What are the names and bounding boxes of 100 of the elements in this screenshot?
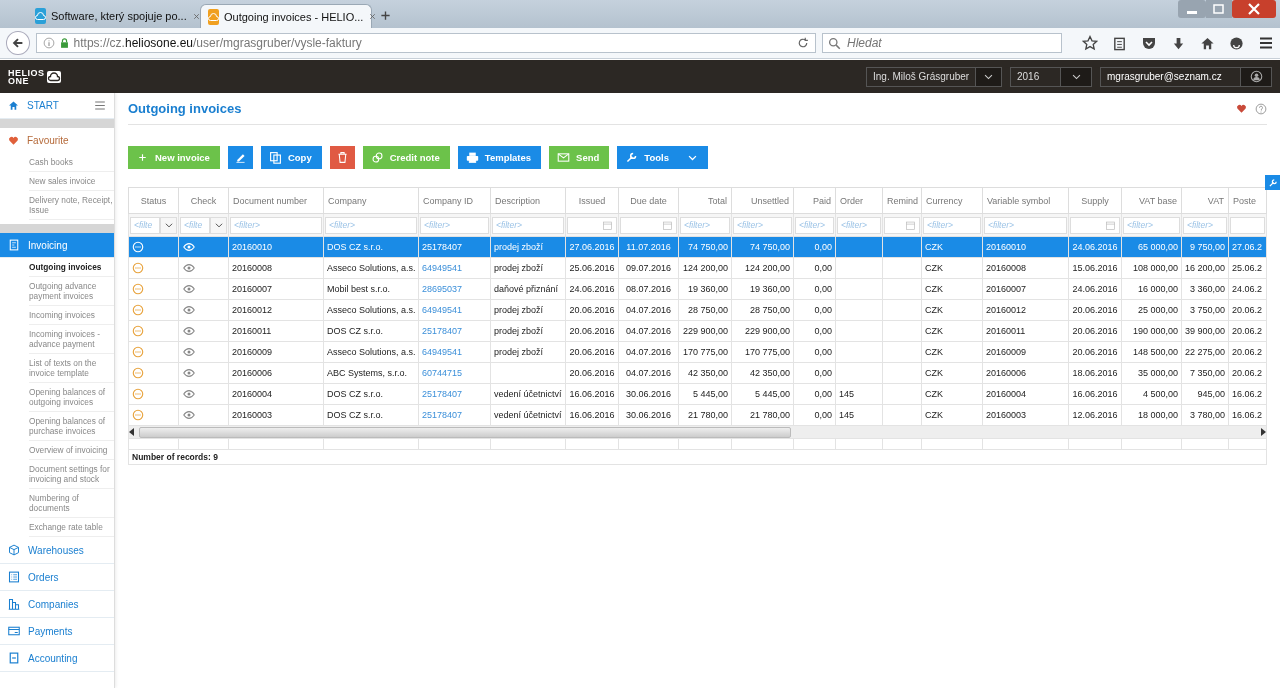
- sidebar-link[interactable]: Delivery note, Receipt, Issue: [29, 191, 114, 220]
- column-header[interactable]: Status: [128, 187, 179, 214]
- column-settings-button[interactable]: [1265, 175, 1280, 190]
- toolbar-button[interactable]: Tools: [617, 146, 708, 169]
- logo[interactable]: HELIOS ONE: [8, 68, 61, 85]
- sidebar-link[interactable]: Incoming invoices: [29, 306, 114, 325]
- sidebar-link[interactable]: Opening balances of purchase invoices: [29, 412, 114, 441]
- address-bar[interactable]: https://cz.heliosone.eu/user/mgrasgruber/vysle-faktury: [35, 33, 816, 53]
- date-filter-field[interactable]: [884, 216, 920, 234]
- pencil-button[interactable]: [227, 146, 253, 169]
- sidebar-link[interactable]: Cash books: [29, 153, 114, 172]
- sidebar-item[interactable]: Companies: [0, 591, 114, 618]
- account-box[interactable]: mgrasgruber@seznam.cz: [1100, 66, 1272, 87]
- minimize-icon[interactable]: [1178, 0, 1206, 18]
- trash-button[interactable]: [329, 146, 355, 169]
- column-header[interactable]: VAT base: [1121, 187, 1182, 214]
- table-cell: 229 900,00: [744, 326, 790, 336]
- table-cell: 3 750,00: [1189, 305, 1225, 315]
- sidebar-item[interactable]: Accounting: [0, 645, 114, 672]
- filter-field[interactable]: [1230, 216, 1265, 234]
- sidebar-link[interactable]: Outgoing invoices: [29, 258, 114, 277]
- table-cell: 24.06.2016: [569, 284, 615, 294]
- horizontal-scrollbar[interactable]: [129, 426, 1266, 438]
- close-icon[interactable]: [1232, 0, 1276, 18]
- column-header[interactable]: Description: [490, 187, 566, 214]
- table-row[interactable]: 20160004 DOS CZ s.r.o. 25178407 vedení účetnictví 16.06.2016 30.06.2016 5 445,00 5 445,00 0,00 145 CZK 20160004 16.06.2016 4 500,00 945,00 16.06.2: [128, 383, 1267, 405]
- status-icon: [132, 262, 144, 274]
- table-row[interactable]: 20160010 DOS CZ s.r.o. 25178407 prodej zboží 27.06.2016 11.07.2016 74 750,00 74 750,00 0,00 CZK 20160010 24.06.2016 65 000,00 9 750,00 27.06.2: [128, 236, 1267, 258]
- sidebar-link[interactable]: New sales invoice: [29, 172, 114, 191]
- column-header[interactable]: Company: [323, 187, 419, 214]
- column-header[interactable]: VAT: [1181, 187, 1229, 214]
- column-header[interactable]: Check: [178, 187, 229, 214]
- table-row[interactable]: 20160009 Asseco Solutions, a.s. 64949541 prodej zboží 20.06.2016 04.07.2016 170 775,00 170 775,00 0,00 CZK 20160009 20.06.2016 148 500,00 22 275,00 20.06.2: [128, 341, 1267, 363]
- column-header[interactable]: Company ID: [418, 187, 491, 214]
- table-cell: 20160007: [986, 284, 1027, 294]
- table-cell: 108 000,00: [1132, 263, 1178, 273]
- date-filter-field[interactable]: [567, 216, 617, 234]
- column-header[interactable]: Issued: [565, 187, 619, 214]
- scroll-left-icon[interactable]: [129, 428, 135, 436]
- table-cell: 20160010: [986, 242, 1027, 252]
- column-header[interactable]: Unsettled: [731, 187, 794, 214]
- table-row[interactable]: 20160006 ABC Systems, s.r.o. 60744715 20.06.2016 04.07.2016 42 350,00 42 350,00 0,00 CZK 20160006 18.06.2016 35 000,00 7 350,00 20.06.2: [128, 362, 1267, 384]
- table-cell: 229 900,00: [682, 326, 728, 336]
- browser-tab[interactable]: Software, který spojuje po...: [28, 4, 200, 28]
- sidebar-link[interactable]: Exchange rate table: [29, 518, 114, 537]
- column-header[interactable]: Total: [678, 187, 732, 214]
- user-dropdown[interactable]: Ing. Miloš Grásgruber: [866, 66, 1002, 87]
- column-header[interactable]: Document number: [228, 187, 324, 214]
- filter-dropdown[interactable]: [160, 216, 177, 234]
- column-header[interactable]: Paid: [793, 187, 836, 214]
- table-row[interactable]: 20160011 DOS CZ s.r.o. 25178407 prodej zboží 20.06.2016 04.07.2016 229 900,00 229 900,00 0,00 CZK 20160011 20.06.2016 190 000,00 39 900,00 20.06.2: [128, 320, 1267, 342]
- search-field[interactable]: Hledat: [822, 33, 1062, 53]
- column-header[interactable]: Supply: [1068, 187, 1122, 214]
- year-dropdown[interactable]: 2016: [1010, 66, 1092, 87]
- sidebar-item[interactable]: Payments: [0, 618, 114, 645]
- page-title: Outgoing invoices: [128, 101, 243, 116]
- sidebar-link[interactable]: Overview of invoicing: [29, 441, 114, 460]
- date-filter-field[interactable]: [1070, 216, 1120, 234]
- column-header[interactable]: Poste: [1228, 187, 1267, 214]
- column-header[interactable]: Remind: [882, 187, 922, 214]
- close-icon: [191, 11, 201, 21]
- column-header[interactable]: Variable symbol: [982, 187, 1069, 214]
- sidebar-link[interactable]: List of texts on the invoice template: [29, 354, 114, 383]
- column-header[interactable]: Order: [835, 187, 883, 214]
- scroll-right-icon[interactable]: [1260, 428, 1266, 436]
- back-arrow-icon: [10, 36, 25, 50]
- date-filter-field[interactable]: [620, 216, 677, 234]
- sidebar-link[interactable]: Outgoing advance payment invoices: [29, 277, 114, 306]
- sidebar-link[interactable]: Incoming invoices - advance payment: [29, 325, 114, 354]
- toolbar-button[interactable]: New invoice: [128, 146, 220, 169]
- table-row[interactable]: 20160012 Asseco Solutions, a.s. 64949541 prodej zboží 20.06.2016 04.07.2016 28 750,00 28 750,00 0,00 CZK 20160012 20.06.2016 25 000,00 3 750,00 20.06.2: [128, 299, 1267, 321]
- sidebar-item[interactable]: Invoicing: [0, 233, 114, 258]
- column-header[interactable]: Currency: [921, 187, 983, 214]
- column-header[interactable]: Due date: [618, 187, 679, 214]
- toolbar-button[interactable]: Copy: [260, 146, 322, 169]
- sidebar-item[interactable]: Orders: [0, 564, 114, 591]
- toolbar-button[interactable]: Credit note: [362, 146, 450, 169]
- table-cell: Asseco Solutions, a.s.: [327, 305, 416, 315]
- table-row[interactable]: 20160003 DOS CZ s.r.o. 25178407 vedení účetnictví 16.06.2016 30.06.2016 21 780,00 21 780,00 0,00 145 CZK 20160003 12.06.2016 18 000,00 3 780,00 16.06.2: [128, 404, 1267, 426]
- sidebar-item[interactable]: Warehouses: [0, 537, 114, 564]
- browser-tab[interactable]: Outgoing invoices - HELIO...: [200, 4, 372, 28]
- sidebar-link[interactable]: Document settings for invoicing and stock: [29, 460, 114, 489]
- restore-icon[interactable]: [1206, 0, 1232, 18]
- table-cell: CZK: [925, 326, 943, 336]
- table-cell: 04.07.2016: [625, 305, 671, 315]
- home-icon: [8, 100, 19, 111]
- table-row[interactable]: 20160007 Mobil best s.r.o. 28695037 daňové přiznání 24.06.2016 08.07.2016 19 360,00 19 360,00 0,00 CZK 20160007 24.06.2016 16 000,00 3 360,00 24.06.2: [128, 278, 1267, 300]
- table-row[interactable]: 20160008 Asseco Solutions, a.s. 64949541 prodej zboží 25.06.2016 09.07.2016 124 200,00 124 200,00 0,00 CZK 20160008 15.06.2016 108 000,00 16 200,00 25.06.2: [128, 257, 1267, 279]
- table-cell: 16.06.2: [1232, 389, 1263, 399]
- eye-icon: [182, 262, 196, 274]
- table-cell: 0,00: [814, 242, 832, 252]
- toolbar-button[interactable]: Send: [549, 146, 610, 169]
- back-button[interactable]: [6, 31, 30, 55]
- info-icon: [42, 37, 55, 49]
- calendar-icon: [1105, 219, 1116, 231]
- record-count: Number of records: 9: [132, 452, 218, 462]
- filter-dropdown[interactable]: [210, 216, 227, 234]
- toolbar-button[interactable]: Templates: [457, 146, 542, 169]
- sidebar-link[interactable]: Numbering of documents: [29, 489, 114, 518]
- sidebar-link[interactable]: Opening balances of outgoing invoices: [29, 383, 114, 412]
